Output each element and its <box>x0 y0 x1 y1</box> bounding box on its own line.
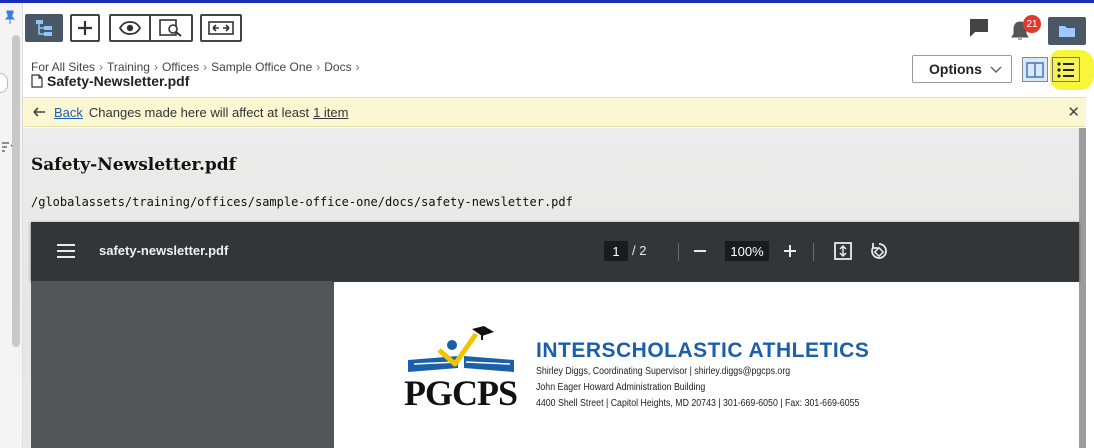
back-link[interactable]: Back <box>54 105 83 120</box>
split-layout-icon <box>1026 61 1044 78</box>
file-name: Safety-Newsletter.pdf <box>47 73 190 89</box>
menu-icon[interactable] <box>57 244 75 258</box>
options-label: Options <box>929 61 982 77</box>
layout-toggle-button[interactable] <box>1022 57 1048 82</box>
preview-zoom-icon <box>159 19 182 37</box>
page-number-input[interactable]: 1 <box>604 241 628 261</box>
document-path: /globalassets/training/offices/sample-of… <box>31 195 573 209</box>
plus-icon <box>78 21 92 35</box>
letterhead-line: John Eager Howard Administration Buildin… <box>536 382 706 393</box>
breadcrumb-item[interactable]: Docs <box>324 60 351 74</box>
content-scrollbar[interactable] <box>1079 128 1086 448</box>
close-icon[interactable]: ✕ <box>1067 103 1080 121</box>
letterhead-title: INTERSCHOLASTIC ATHLETICS <box>536 339 870 362</box>
page-title: Safety-Newsletter.pdf <box>31 73 189 89</box>
affected-items-link[interactable]: 1 item <box>313 105 348 120</box>
list-view-button[interactable] <box>1052 57 1080 82</box>
rotate-icon[interactable] <box>869 241 889 261</box>
eye-icon <box>119 21 141 35</box>
pin-icon[interactable] <box>3 10 17 24</box>
left-navigation-pane <box>0 3 23 448</box>
notice-bar: Back Changes made here will affect at le… <box>23 97 1086 127</box>
pdf-filename: safety-newsletter.pdf <box>99 243 229 258</box>
view-button[interactable] <box>111 16 151 40</box>
breadcrumb: For All Sites › Training › Offices › Sam… <box>31 60 361 74</box>
zoom-level-input[interactable]: 100% <box>725 241 769 261</box>
left-pane-scrollbar[interactable] <box>12 35 20 347</box>
letterhead-line: Shirley Diggs, Coordinating Supervisor |… <box>536 366 791 377</box>
pdf-page: PGCPS INTERSCHOLASTIC ATHLETICS Shirley … <box>334 282 1079 448</box>
folder-icon <box>1059 26 1075 37</box>
toolbar-divider <box>813 243 814 261</box>
chevron-right-icon: › <box>99 60 104 74</box>
breadcrumb-item[interactable]: Training <box>107 60 150 74</box>
thumbnail-sidebar <box>31 281 332 448</box>
file-icon <box>31 74 43 88</box>
top-toolbar: 21 <box>23 3 1094 53</box>
breadcrumb-item[interactable]: Sample Office One <box>211 60 312 74</box>
tree-icon <box>36 20 52 36</box>
pgcps-logo-text: PGCPS <box>404 373 518 413</box>
chevron-right-icon: › <box>153 60 158 74</box>
notification-badge: 21 <box>1023 15 1041 33</box>
preview-button-group <box>109 14 193 42</box>
breadcrumb-item[interactable]: Offices <box>162 60 199 74</box>
zoom-in-icon[interactable] <box>783 243 797 259</box>
toolbar-divider <box>678 243 679 261</box>
preview-button[interactable] <box>151 16 191 40</box>
breadcrumb-item[interactable]: For All Sites <box>31 60 95 74</box>
add-button[interactable] <box>70 14 100 42</box>
chevron-right-icon: › <box>203 60 208 74</box>
fit-page-icon[interactable] <box>833 241 853 261</box>
comment-icon[interactable] <box>969 18 989 38</box>
pdf-viewer: safety-newsletter.pdf 1 / 2 100% PGCPS I… <box>31 222 1079 448</box>
compare-arrows-icon <box>208 21 234 35</box>
zoom-out-icon[interactable] <box>693 243 707 259</box>
list-icon <box>1057 61 1074 78</box>
folder-button[interactable] <box>1048 17 1086 45</box>
page-total: / 2 <box>632 243 647 258</box>
chevron-right-icon: › <box>355 60 360 74</box>
notice-message: Changes made here will affect at least <box>88 104 310 120</box>
document-title: Safety-Newsletter.pdf <box>31 155 236 175</box>
letterhead-line: 4400 Shell Street | Capitol Heights, MD … <box>536 398 860 409</box>
chevron-right-icon: › <box>316 60 321 74</box>
pdf-toolbar: safety-newsletter.pdf 1 / 2 100% <box>31 222 1079 281</box>
arrow-left-icon <box>33 107 45 117</box>
tree-view-button[interactable] <box>25 14 63 42</box>
compare-button[interactable] <box>200 14 242 42</box>
options-dropdown[interactable]: Options <box>912 55 1012 83</box>
chevron-down-icon <box>990 66 1002 74</box>
search-toggle[interactable] <box>0 73 8 93</box>
